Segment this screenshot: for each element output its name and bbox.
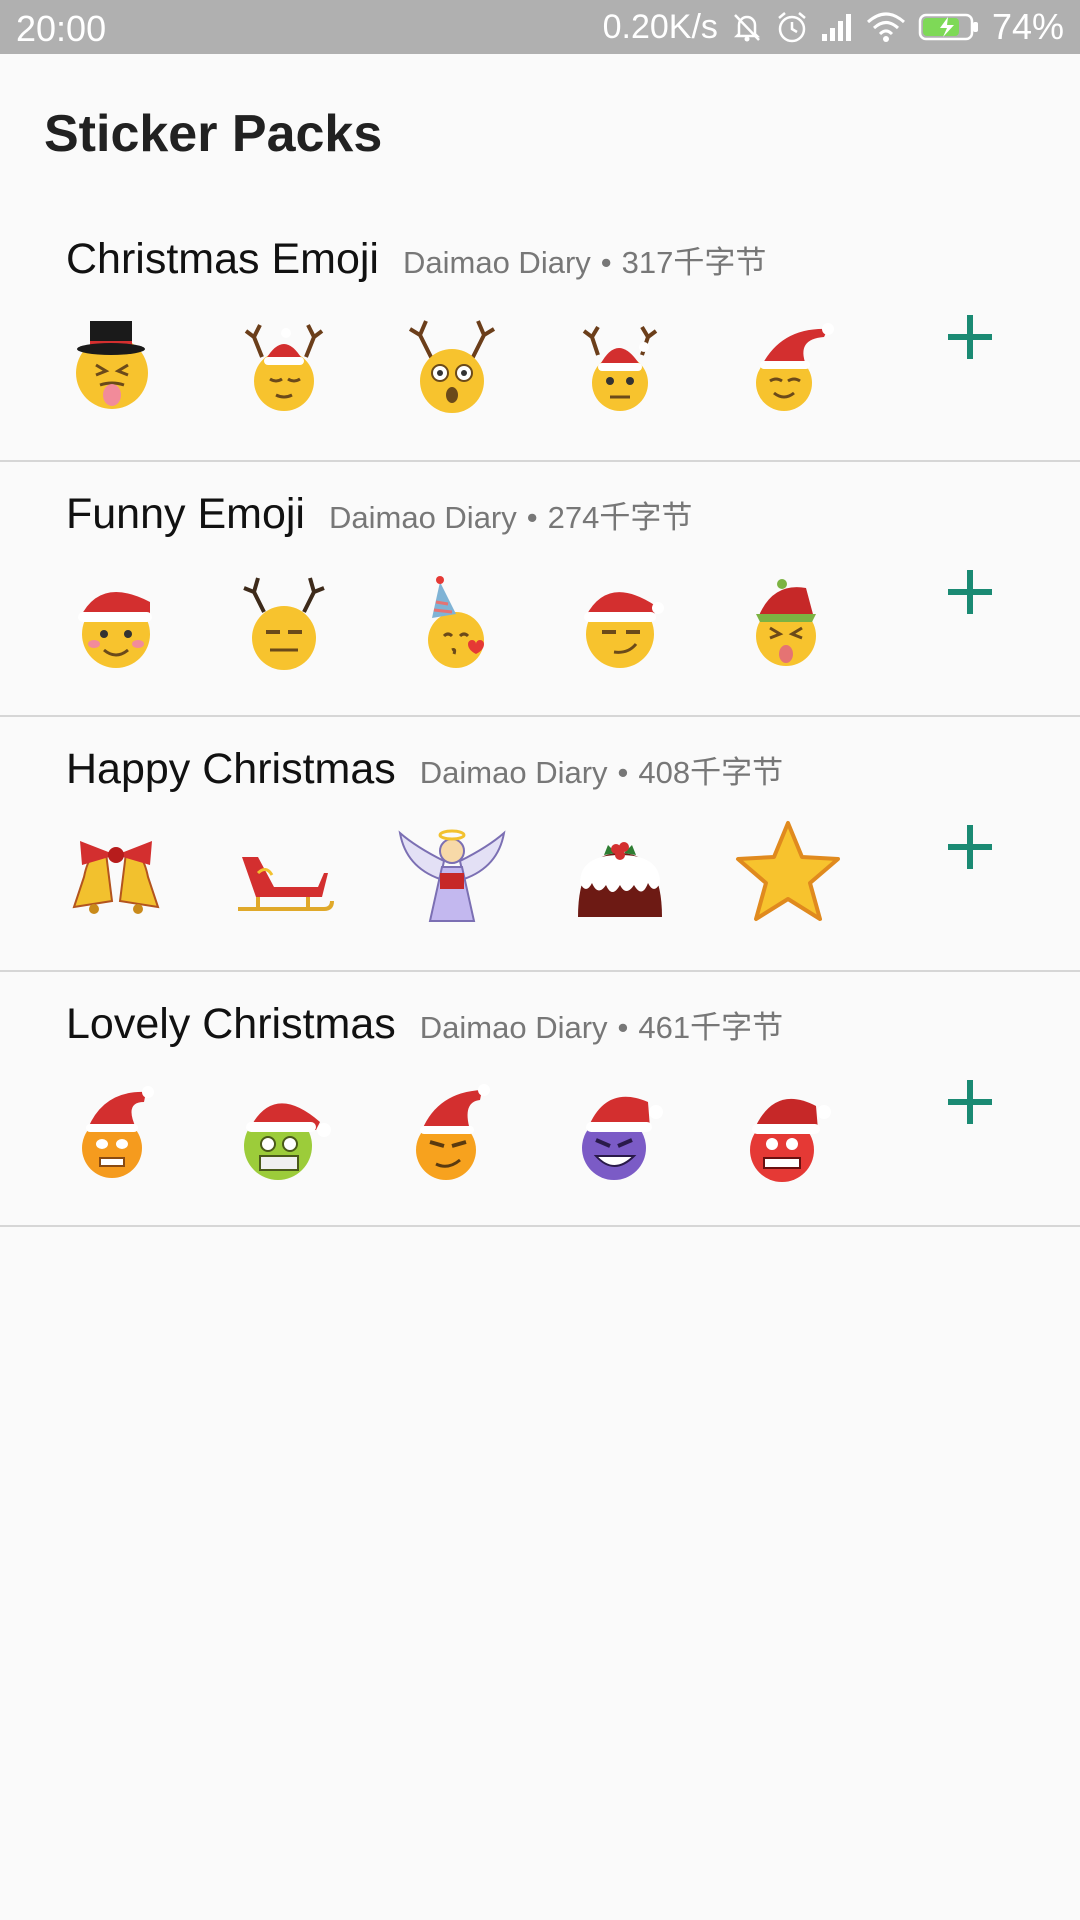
battery-percent: 74% xyxy=(991,6,1064,47)
green-masked-santa-emoji-icon xyxy=(228,1072,340,1184)
neutral-reindeer-santa-emoji-icon xyxy=(564,307,676,419)
purple-devil-santa-emoji-icon xyxy=(564,1072,676,1184)
blushing-santa-hat-emoji-icon xyxy=(60,562,172,674)
red-angry-santa-emoji-icon xyxy=(732,1072,844,1184)
smiling-santa-hat-emoji-icon xyxy=(732,307,844,419)
pack-name: Christmas Emoji xyxy=(66,235,379,283)
squinting-elf-hat-emoji-icon xyxy=(732,562,844,674)
orange-grin-santa-emoji-icon xyxy=(60,1072,172,1184)
pack-size: 461千字节 xyxy=(638,1010,784,1045)
sticker-pack-happy-christmas[interactable]: Happy Christmas Daimao Diary • 408千字节 xyxy=(0,717,1080,972)
pack-header: Funny Emoji Daimao Diary • 274千字节 xyxy=(66,490,692,539)
sticker-pack-christmas-emoji[interactable]: Christmas Emoji Daimao Diary • 317千字节 xyxy=(0,207,1080,462)
angel-with-book-icon xyxy=(396,817,508,929)
pack-name: Funny Emoji xyxy=(66,490,305,538)
pack-size: 274千字节 xyxy=(547,500,693,535)
christmas-pudding-icon xyxy=(564,817,676,929)
meta-separator: • xyxy=(617,1010,629,1045)
sleepy-reindeer-santa-emoji-icon xyxy=(228,307,340,419)
sticker-pack-funny-emoji[interactable]: Funny Emoji Daimao Diary • 274千字节 xyxy=(0,462,1080,717)
page-title: Sticker Packs xyxy=(44,105,383,163)
sly-santa-emoji-icon xyxy=(396,1072,508,1184)
pack-author: Daimao Diary xyxy=(403,245,591,280)
christmas-bells-icon xyxy=(60,817,172,929)
pack-size: 408千字节 xyxy=(638,755,784,790)
pack-meta: Daimao Diary • 317千字节 xyxy=(403,237,766,282)
add-to-whatsapp-button[interactable] xyxy=(940,817,1000,877)
plus-icon xyxy=(948,315,992,359)
network-speed: 0.20K/s xyxy=(602,7,718,46)
pack-header: Happy Christmas Daimao Diary • 408千字节 xyxy=(66,745,783,794)
pack-author: Daimao Diary xyxy=(419,755,608,790)
sticker-preview-row xyxy=(60,817,900,929)
pack-meta: Daimao Diary • 408千字节 xyxy=(420,747,783,792)
wifi-icon xyxy=(866,12,906,42)
pack-meta: Daimao Diary • 274千字节 xyxy=(329,492,692,537)
plus-icon xyxy=(948,570,992,614)
status-bar: 20:00 0.20K/s 74% xyxy=(0,0,1080,54)
pack-size: 317千字节 xyxy=(621,245,767,280)
meta-separator: • xyxy=(617,755,629,790)
surprised-reindeer-emoji-icon xyxy=(396,307,508,419)
meta-separator: • xyxy=(600,245,612,280)
alarm-icon xyxy=(776,10,808,44)
pack-author: Daimao Diary xyxy=(328,500,517,535)
plus-icon xyxy=(948,825,992,869)
smirking-santa-hat-emoji-icon xyxy=(564,562,676,674)
add-to-whatsapp-button[interactable] xyxy=(940,562,1000,622)
sticker-preview-row xyxy=(60,307,900,419)
sticker-preview-row xyxy=(60,562,900,674)
tongue-top-hat-emoji-icon xyxy=(60,307,172,419)
santa-sleigh-icon xyxy=(228,817,340,929)
battery-charging-icon xyxy=(918,12,980,42)
add-to-whatsapp-button[interactable] xyxy=(940,1072,1000,1132)
pack-name: Happy Christmas xyxy=(66,745,396,793)
pack-meta: Daimao Diary • 461千字节 xyxy=(420,1002,783,1047)
pack-name: Lovely Christmas xyxy=(66,1000,396,1048)
sticker-preview-row xyxy=(60,1072,900,1184)
pack-author: Daimao Diary xyxy=(419,1010,608,1045)
bell-muted-icon xyxy=(730,10,764,44)
gold-star-icon xyxy=(732,817,844,929)
kissing-party-hat-emoji-icon xyxy=(396,562,508,674)
pack-header: Christmas Emoji Daimao Diary • 317千字节 xyxy=(66,235,766,284)
plus-icon xyxy=(948,1080,992,1124)
meta-separator: • xyxy=(526,500,538,535)
status-icons: 0.20K/s 74% xyxy=(603,6,1064,48)
signal-icon xyxy=(820,12,854,42)
pack-header: Lovely Christmas Daimao Diary • 461千字节 xyxy=(66,1000,783,1049)
sticker-pack-lovely-christmas[interactable]: Lovely Christmas Daimao Diary • 461千字节 xyxy=(0,972,1080,1227)
expressionless-antlers-emoji-icon xyxy=(228,562,340,674)
add-to-whatsapp-button[interactable] xyxy=(940,307,1000,367)
status-time: 20:00 xyxy=(16,8,107,49)
